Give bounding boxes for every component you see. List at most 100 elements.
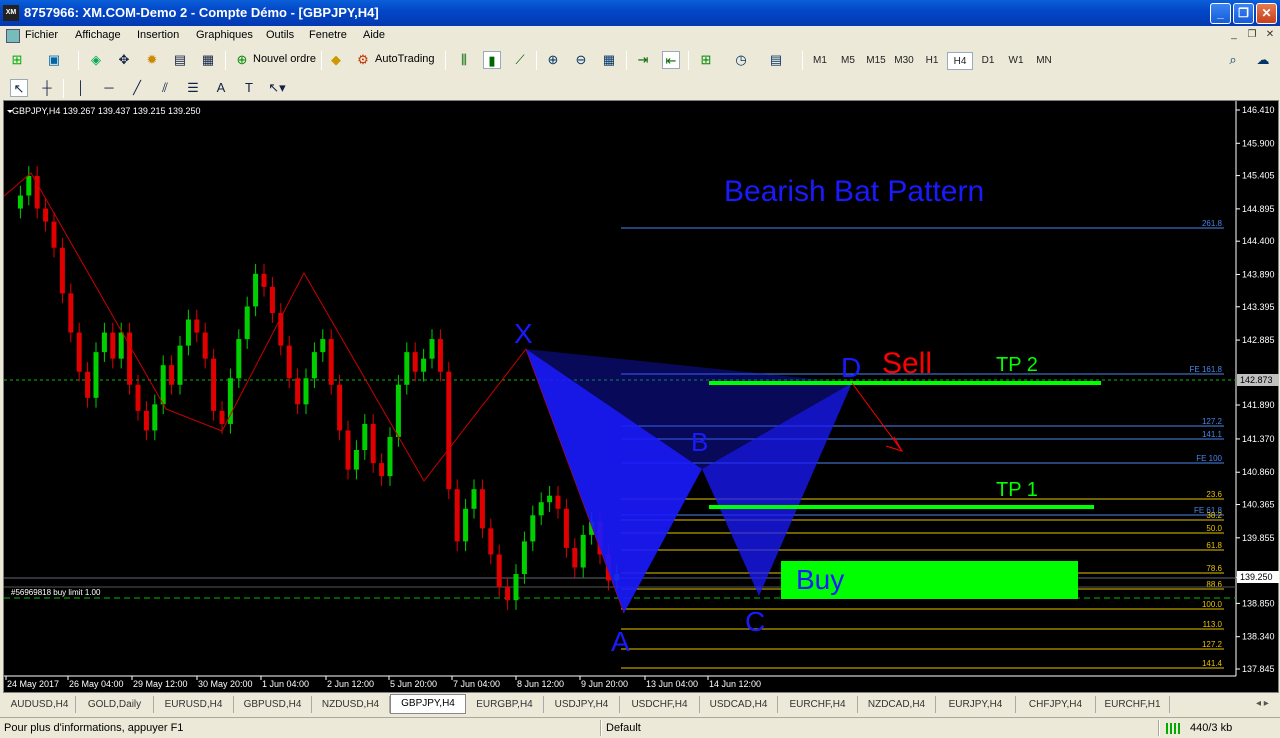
menu-insertion[interactable]: Insertion bbox=[137, 29, 179, 41]
terminal-icon[interactable]: ▤ bbox=[171, 51, 189, 69]
tab-usdcad-h4[interactable]: USDCAD,H4 bbox=[700, 696, 778, 713]
tab-usdjpy-h4[interactable]: USDJPY,H4 bbox=[544, 696, 620, 713]
zoom-in-icon[interactable]: ⊕ bbox=[544, 51, 562, 69]
tab-scroll-icon[interactable]: ◂ ▸ bbox=[1256, 698, 1269, 709]
chart-shift-icon[interactable]: ⇤ bbox=[662, 51, 680, 69]
tab-audusd-h4[interactable]: AUDUSD,H4 bbox=[4, 696, 76, 713]
candle-body bbox=[471, 489, 477, 509]
equidistant-channel-icon[interactable]: ⫽ bbox=[156, 79, 174, 97]
market-watch-icon[interactable]: ◈ bbox=[87, 51, 105, 69]
tab-chfjpy-h4[interactable]: CHFJPY,H4 bbox=[1016, 696, 1096, 713]
new-order-button[interactable]: Nouvel ordre bbox=[253, 53, 316, 65]
timeframe-mn[interactable]: MN bbox=[1031, 52, 1057, 70]
tab-eurgbp-h4[interactable]: EURGBP,H4 bbox=[466, 696, 544, 713]
candle-body bbox=[395, 384, 401, 437]
candle-body bbox=[362, 423, 368, 451]
periods-icon[interactable]: ◷ bbox=[732, 51, 750, 69]
candle-body bbox=[328, 339, 334, 385]
arrows-icon[interactable]: ↖▾ bbox=[268, 79, 286, 97]
time-tick-label: 29 May 12:00 bbox=[133, 679, 188, 689]
candle-body bbox=[547, 495, 553, 503]
chart-canvas[interactable]: 146.410 145.900 145.405 144.895 144.400 143.8… bbox=[4, 101, 1280, 694]
mdi-minimize-icon[interactable]: _ bbox=[1226, 28, 1242, 42]
menu-affichage[interactable]: Affichage bbox=[75, 29, 121, 41]
menu-outils[interactable]: Outils bbox=[266, 29, 294, 41]
fibonacci-icon[interactable]: ☰ bbox=[184, 79, 202, 97]
time-tick-label: 13 Jun 04:00 bbox=[646, 679, 698, 689]
time-tick-label: 7 Jun 04:00 bbox=[453, 679, 500, 689]
close-button[interactable]: ✕ bbox=[1256, 3, 1277, 24]
indicators-icon[interactable]: ⊞ bbox=[697, 51, 715, 69]
timeframe-m15[interactable]: M15 bbox=[863, 52, 889, 70]
timeframe-h4[interactable]: H4 bbox=[947, 52, 973, 70]
data-window-icon[interactable]: ✥ bbox=[115, 51, 133, 69]
bar-chart-icon[interactable]: ⫼ bbox=[455, 51, 473, 69]
tab-nzdcad-h4[interactable]: NZDCAD,H4 bbox=[858, 696, 936, 713]
tab-usdchf-h4[interactable]: USDCHF,H4 bbox=[620, 696, 700, 713]
menu-fenetre[interactable]: Fenetre bbox=[309, 29, 347, 41]
mdi-close-icon[interactable]: ✕ bbox=[1262, 28, 1278, 42]
autotrading-button[interactable]: AutoTrading bbox=[375, 53, 435, 65]
new-chart-icon[interactable]: ⊞ bbox=[8, 51, 26, 69]
line-chart-icon[interactable]: ⟋ bbox=[511, 51, 529, 69]
fib-level-label: FE 100 bbox=[1196, 454, 1222, 463]
status-help: Pour plus d'informations, appuyer F1 bbox=[4, 722, 184, 734]
time-tick-label: 1 Jun 04:00 bbox=[262, 679, 309, 689]
templates-icon[interactable]: ▤ bbox=[767, 51, 785, 69]
menu-fichier[interactable]: Fichier bbox=[25, 29, 58, 41]
zoom-out-icon[interactable]: ⊖ bbox=[572, 51, 590, 69]
maximize-button[interactable]: ❐ bbox=[1233, 3, 1254, 24]
text-label-icon[interactable]: T bbox=[240, 79, 258, 97]
candle-body bbox=[118, 332, 124, 359]
tab-gold-daily[interactable]: GOLD,Daily bbox=[76, 696, 154, 713]
title-bar: XM 8757966: XM.COM-Demo 2 - Compte Démo … bbox=[0, 0, 1280, 26]
new-order-icon[interactable]: ⊕ bbox=[233, 51, 251, 69]
d-price-label: 142.873 bbox=[1240, 375, 1273, 385]
strategy-tester-icon[interactable]: ▦ bbox=[199, 51, 217, 69]
time-tick-label: 26 May 04:00 bbox=[69, 679, 124, 689]
candle-body bbox=[219, 410, 225, 424]
close-icon: ✕ bbox=[1261, 6, 1272, 20]
candlestick-icon[interactable]: ▮ bbox=[483, 51, 501, 69]
menu-graphiques[interactable]: Graphiques bbox=[196, 29, 253, 41]
time-tick-label: 9 Jun 20:00 bbox=[581, 679, 628, 689]
tab-gbpusd-h4[interactable]: GBPUSD,H4 bbox=[234, 696, 312, 713]
candle-body bbox=[337, 384, 343, 431]
candle-body bbox=[446, 371, 452, 490]
tab-eurjpy-h4[interactable]: EURJPY,H4 bbox=[936, 696, 1016, 713]
minimize-button[interactable]: _ bbox=[1210, 3, 1231, 24]
candle-body bbox=[76, 332, 82, 372]
candle-body bbox=[261, 273, 267, 287]
menu-aide[interactable]: Aide bbox=[363, 29, 385, 41]
cursor-icon[interactable]: ↖ bbox=[10, 79, 28, 97]
tab-eurchf-h1[interactable]: EURCHF,H1 bbox=[1096, 696, 1170, 713]
time-tick-label: 8 Jun 12:00 bbox=[517, 679, 564, 689]
horizontal-line-icon[interactable]: ─ bbox=[100, 79, 118, 97]
candle-body bbox=[370, 423, 376, 464]
tab-eurusd-h4[interactable]: EURUSD,H4 bbox=[154, 696, 234, 713]
timeframe-w1[interactable]: W1 bbox=[1003, 52, 1029, 70]
timeframe-h1[interactable]: H1 bbox=[919, 52, 945, 70]
navigator-icon[interactable]: ✹ bbox=[143, 51, 161, 69]
timeframe-d1[interactable]: D1 bbox=[975, 52, 1001, 70]
tab-nzdusd-h4[interactable]: NZDUSD,H4 bbox=[312, 696, 390, 713]
metaeditor-icon[interactable]: ◆ bbox=[327, 51, 345, 69]
tile-windows-icon[interactable]: ▦ bbox=[600, 51, 618, 69]
mdi-restore-icon[interactable]: ❐ bbox=[1244, 28, 1260, 42]
crosshair-icon[interactable]: ┼ bbox=[38, 79, 56, 97]
autotrading-icon[interactable]: ⚙ bbox=[354, 51, 372, 69]
trendline-icon[interactable]: ╱ bbox=[128, 79, 146, 97]
candle-body bbox=[211, 358, 217, 411]
text-tool-icon[interactable]: A bbox=[212, 79, 230, 97]
tab-eurchf-h4[interactable]: EURCHF,H4 bbox=[778, 696, 858, 713]
timeframe-m30[interactable]: M30 bbox=[891, 52, 917, 70]
timeframe-m5[interactable]: M5 bbox=[835, 52, 861, 70]
search-icon[interactable]: ⌕ bbox=[1224, 51, 1242, 69]
chart-window[interactable]: 146.410 145.900 145.405 144.895 144.400 143.8… bbox=[3, 100, 1279, 693]
chat-icon[interactable]: ☁ bbox=[1254, 51, 1272, 69]
profiles-icon[interactable]: ▣ bbox=[45, 51, 63, 69]
autoscroll-icon[interactable]: ⇥ bbox=[634, 51, 652, 69]
tab-gbpjpy-h4[interactable]: GBPJPY,H4 bbox=[390, 694, 466, 714]
timeframe-m1[interactable]: M1 bbox=[807, 52, 833, 70]
vertical-line-icon[interactable]: │ bbox=[72, 79, 90, 97]
